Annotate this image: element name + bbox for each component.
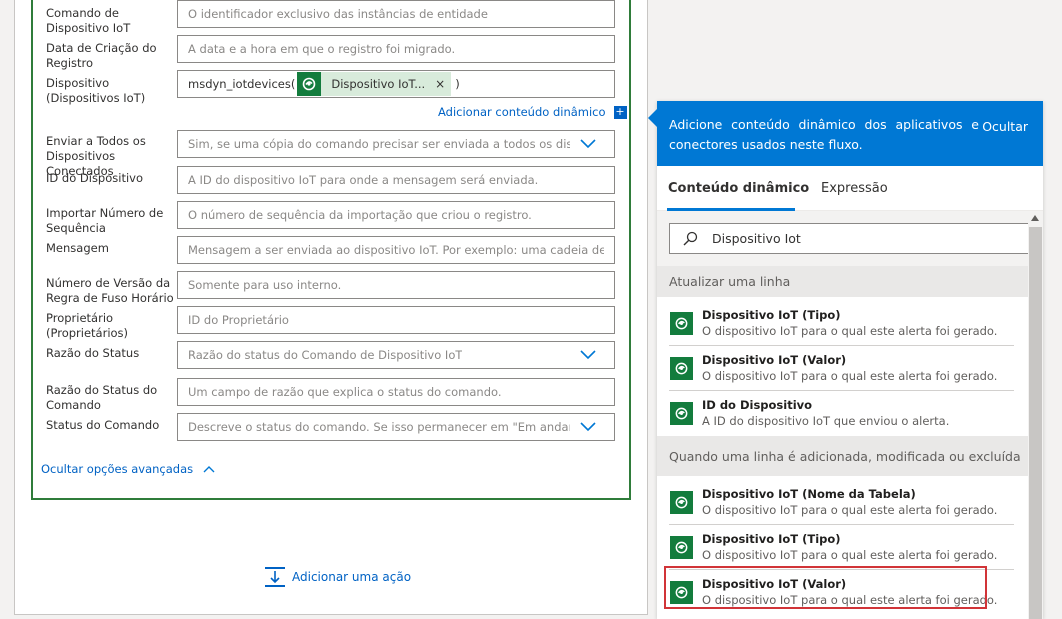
field-label-numero-versao: Número de Versão da Regra de Fuso Horári…: [46, 276, 174, 305]
chevron-down-icon: [580, 139, 596, 149]
placeholder-text: ID do Proprietário: [188, 313, 289, 327]
chevron-up-icon: [203, 466, 215, 473]
placeholder-text: A data e a hora em que o registro foi mi…: [188, 42, 456, 56]
proprietario-input[interactable]: ID do Proprietário: [177, 306, 615, 334]
field-label-razao-status: Razão do Status: [46, 346, 140, 360]
placeholder-text: Razão do status do Comando de Dispositiv…: [188, 348, 463, 362]
dynamic-token[interactable]: Dispositivo IoT... ×: [297, 72, 452, 96]
dynamic-content-panel: Adicione conteúdo dinâmico dos aplicativ…: [648, 101, 1043, 619]
search-value: Dispositivo Iot: [712, 231, 801, 246]
dynamic-search-input[interactable]: Dispositivo Iot: [669, 223, 1031, 254]
field-label-id-dispositivo: ID do Dispositivo: [46, 171, 144, 185]
list-item[interactable]: Dispositivo IoT (Tipo) O dispositivo IoT…: [657, 525, 1028, 570]
token-label: Dispositivo IoT...: [331, 77, 426, 91]
item-title: Dispositivo IoT (Tipo): [702, 532, 841, 546]
dataverse-icon: [297, 72, 322, 96]
add-dynamic-content-link[interactable]: Adicionar conteúdo dinâmico +: [438, 105, 627, 119]
field-label-importar-numero: Importar Número de Sequência: [46, 206, 164, 235]
item-description: A ID do dispositivo IoT que enviou o ale…: [702, 414, 950, 428]
list-item[interactable]: Dispositivo IoT (Nome da Tabela) O dispo…: [657, 480, 1028, 525]
item-title: ID do Dispositivo: [702, 398, 813, 412]
id-dispositivo-input[interactable]: A ID do dispositivo IoT para onde a mens…: [177, 166, 615, 194]
item-description: O dispositivo IoT para o qual este alert…: [702, 503, 998, 517]
importar-numero-input[interactable]: O número de sequência da importação que …: [177, 201, 615, 229]
comando-dispositivo-input[interactable]: O identificador exclusivo das instâncias…: [177, 0, 615, 28]
highlight-box: [664, 566, 987, 609]
group-header-atualizar: Atualizar uma linha: [657, 266, 1028, 297]
item-description: O dispositivo IoT para o qual este alert…: [702, 548, 998, 562]
placeholder-text: O número de sequência da importação que …: [188, 208, 532, 222]
chevron-down-icon: [580, 422, 596, 432]
field-label-status-comando: Status do Comando: [46, 418, 160, 432]
mensagem-input[interactable]: Mensagem a ser enviada ao dispositivo Io…: [177, 236, 615, 264]
tab-expression[interactable]: Expressão: [821, 181, 888, 196]
field-label-dispositivo: Dispositivo (Dispositivos IoT): [46, 76, 146, 105]
search-icon: [683, 231, 698, 245]
add-dynamic-label: Adicionar conteúdo dinâmico: [438, 105, 606, 119]
list-item[interactable]: ID do Dispositivo A ID do dispositivo Io…: [657, 391, 1028, 436]
enviar-todos-dropdown[interactable]: Sim, se uma cópia do comando precisar se…: [177, 130, 615, 158]
dispositivo-input[interactable]: msdyn_iotdevices( Dispositivo IoT... × ): [177, 70, 615, 98]
field-label-mensagem: Mensagem: [46, 241, 109, 255]
token-suffix: ): [455, 77, 460, 91]
razao-status-dropdown[interactable]: Razão do status do Comando de Dispositiv…: [177, 341, 615, 369]
item-title: Dispositivo IoT (Nome da Tabela): [702, 487, 916, 501]
field-label-comando: Comando de Dispositivo IoT: [46, 6, 131, 35]
hide-advanced-options-link[interactable]: Ocultar opções avançadas: [41, 462, 215, 476]
add-action-button[interactable]: Adicionar uma ação: [264, 566, 411, 588]
placeholder-text: Sim, se uma cópia do comando precisar se…: [188, 137, 570, 151]
numero-versao-input[interactable]: Somente para uso interno.: [177, 271, 615, 299]
dataverse-icon: [670, 536, 693, 559]
dynamic-list-area: Dispositivo Iot Atualizar uma linha Disp…: [657, 211, 1043, 619]
token-remove-icon[interactable]: ×: [435, 77, 451, 91]
group-header-quando-linha: Quando uma linha é adicionada, modificad…: [657, 436, 1028, 476]
token-prefix: msdyn_iotdevices(: [188, 77, 296, 91]
razao-status-comando-input[interactable]: Um campo de razão que explica o status d…: [177, 378, 615, 406]
list-item[interactable]: Dispositivo IoT (Valor) O dispositivo Io…: [657, 346, 1028, 391]
dataverse-icon: [670, 491, 693, 514]
add-action-icon: [265, 567, 285, 587]
item-title: Dispositivo IoT (Tipo): [702, 308, 841, 322]
dataverse-icon: [670, 357, 693, 380]
scroll-thumb[interactable]: [1029, 227, 1042, 619]
plus-icon: +: [613, 104, 627, 119]
hide-panel-button[interactable]: Ocultar: [982, 117, 1028, 137]
placeholder-text: A ID do dispositivo IoT para onde a mens…: [188, 173, 539, 187]
item-description: O dispositivo IoT para o qual este alert…: [702, 324, 998, 338]
placeholder-text: O identificador exclusivo das instâncias…: [188, 7, 488, 21]
field-label-razao-status-comando: Razão do Status do Comando: [46, 383, 158, 412]
chevron-down-icon: [580, 350, 596, 360]
hide-advanced-label: Ocultar opções avançadas: [41, 462, 194, 476]
field-label-data-criacao: Data de Criação do Registro: [46, 41, 157, 70]
dynamic-panel-tabs: Conteúdo dinâmico Expressão: [657, 166, 1043, 211]
dynamic-panel-header: Adicione conteúdo dinâmico dos aplicativ…: [657, 101, 1043, 166]
tab-dynamic-content[interactable]: Conteúdo dinâmico: [668, 181, 809, 196]
field-label-proprietario: Proprietário (Proprietários): [46, 311, 129, 340]
placeholder-text: Somente para uso interno.: [188, 278, 342, 292]
dataverse-icon: [670, 402, 693, 425]
placeholder-text: Mensagem a ser enviada ao dispositivo Io…: [188, 243, 604, 257]
data-criacao-input[interactable]: A data e a hora em que o registro foi mi…: [177, 35, 615, 63]
scroll-up-icon[interactable]: [1031, 215, 1039, 221]
item-title: Dispositivo IoT (Valor): [702, 353, 847, 367]
dataverse-icon: [670, 312, 693, 335]
scrollbar[interactable]: [1028, 211, 1043, 619]
dynamic-panel-description: Adicione conteúdo dinâmico dos aplicativ…: [669, 117, 979, 152]
item-description: O dispositivo IoT para o qual este alert…: [702, 369, 998, 383]
panel-pointer: [648, 109, 657, 127]
status-comando-dropdown[interactable]: Descreve o status do comando. Se isso pe…: [177, 413, 615, 441]
placeholder-text: Descreve o status do comando. Se isso pe…: [188, 420, 570, 434]
list-item[interactable]: Dispositivo IoT (Tipo) O dispositivo IoT…: [657, 301, 1028, 346]
placeholder-text: Um campo de razão que explica o status d…: [188, 385, 502, 399]
add-action-label: Adicionar uma ação: [292, 570, 412, 584]
